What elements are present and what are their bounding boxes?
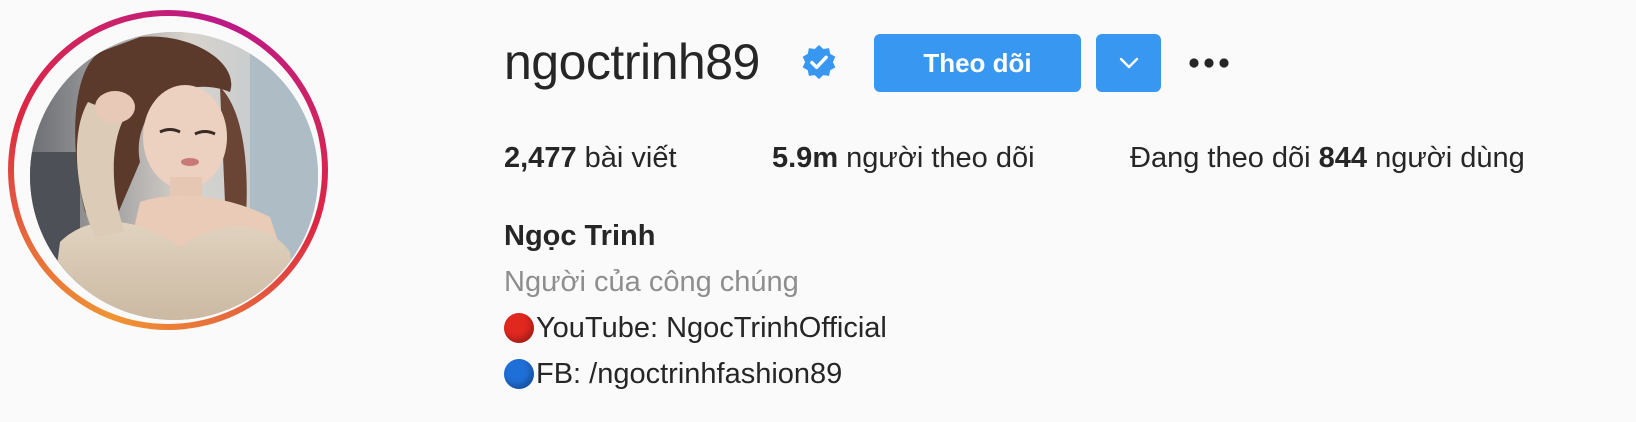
following-count-value: 844	[1318, 142, 1368, 174]
avatar[interactable]	[30, 32, 318, 320]
account-category: Người của công chúng	[504, 266, 799, 298]
story-ring[interactable]	[8, 10, 328, 330]
full-name: Ngọc Trinh	[504, 220, 656, 252]
followers-count-label: người theo dõi	[846, 142, 1035, 174]
profile-header: ngoctrinh89 Theo dõi 2,477 bài viết 5.9m…	[0, 0, 1636, 422]
posts-count-value: 2,477	[504, 142, 577, 174]
chevron-down-icon	[1119, 57, 1138, 69]
following-suffix: người dùng	[1375, 142, 1525, 174]
follow-button[interactable]: Theo dõi	[874, 34, 1081, 92]
bio-line-text: YouTube: NgocTrinhOfficial	[536, 312, 887, 344]
more-options-button[interactable]	[1180, 40, 1238, 86]
avatar-photo	[30, 32, 318, 320]
following-link[interactable]: Đang theo dõi 844 người dùng	[1130, 138, 1525, 178]
bio-line: FB: /ngoctrinhfashion89	[504, 354, 842, 394]
verified-badge-icon	[802, 44, 836, 80]
blue-circle-icon	[504, 359, 534, 389]
bio-line: YouTube: NgocTrinhOfficial	[504, 308, 887, 348]
more-options-icon	[1189, 58, 1229, 68]
red-circle-icon	[504, 313, 534, 343]
posts-count-label: bài viết	[584, 142, 677, 174]
followers-count-value: 5.9m	[772, 142, 839, 174]
followers-link[interactable]: 5.9m người theo dõi	[772, 138, 1035, 178]
username: ngoctrinh89	[504, 34, 760, 90]
posts-count: 2,477 bài viết	[504, 138, 677, 178]
following-prefix: Đang theo dõi	[1130, 142, 1311, 174]
suggestions-dropdown-button[interactable]	[1096, 34, 1161, 92]
bio-line-text: FB: /ngoctrinhfashion89	[536, 358, 843, 390]
